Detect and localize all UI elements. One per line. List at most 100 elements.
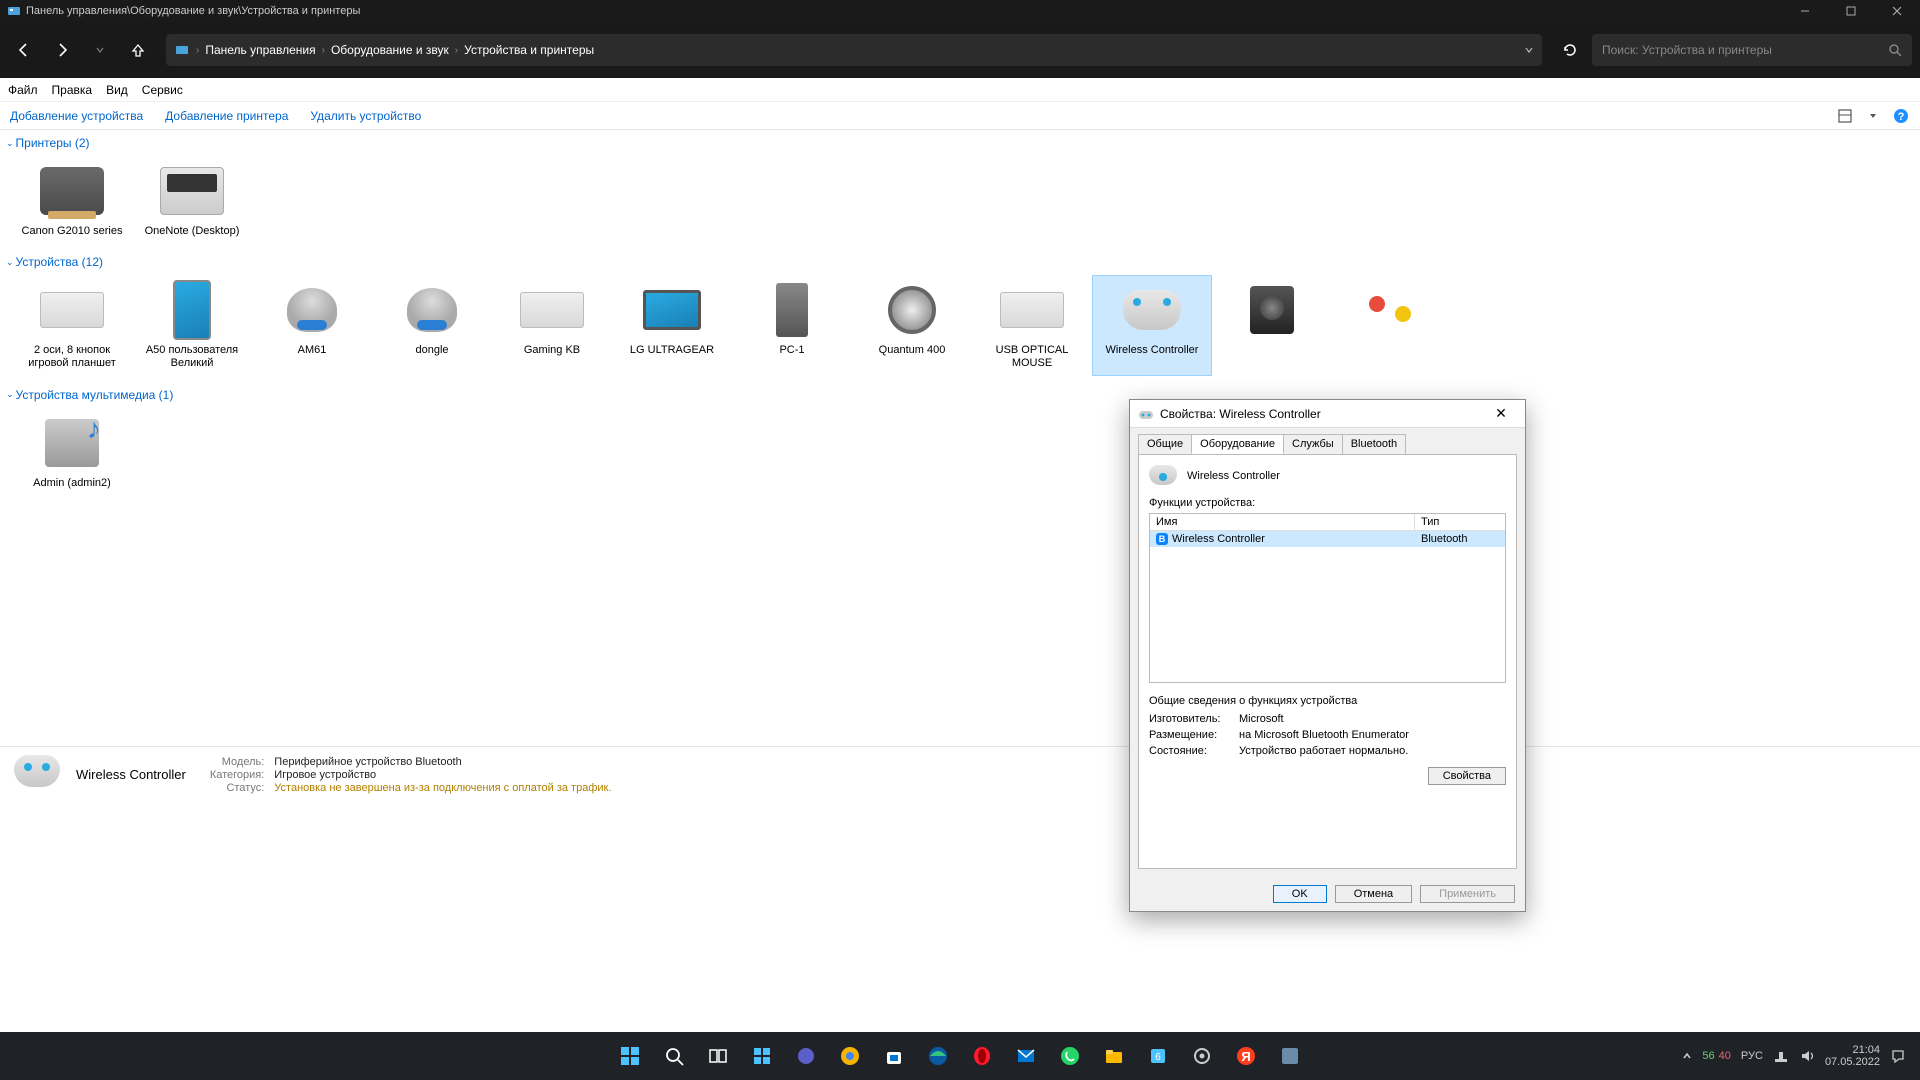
maximize-button[interactable] bbox=[1828, 0, 1874, 22]
add-device-link[interactable]: Добавление устройства bbox=[10, 109, 143, 123]
dialog-device-name: Wireless Controller bbox=[1187, 470, 1280, 482]
tab-bluetooth[interactable]: Bluetooth bbox=[1342, 434, 1406, 454]
device-item[interactable]: Gaming KB bbox=[492, 275, 612, 375]
apply-button[interactable]: Применить bbox=[1420, 885, 1515, 903]
list-row[interactable]: BWireless Controller Bluetooth bbox=[1150, 531, 1505, 547]
up-button[interactable] bbox=[122, 34, 154, 66]
headset-icon bbox=[407, 288, 457, 332]
search-box[interactable]: Поиск: Устройства и принтеры bbox=[1592, 34, 1912, 66]
col-name[interactable]: Имя bbox=[1150, 514, 1415, 530]
device-item-selected[interactable]: Wireless Controller bbox=[1092, 275, 1212, 375]
back-button[interactable] bbox=[8, 34, 40, 66]
dialog-titlebar[interactable]: Свойства: Wireless Controller ✕ bbox=[1130, 400, 1525, 428]
controller-icon bbox=[1138, 406, 1154, 422]
network-icon[interactable] bbox=[1773, 1048, 1789, 1064]
cancel-button[interactable]: Отмена bbox=[1335, 885, 1412, 903]
tab-services[interactable]: Службы bbox=[1283, 434, 1343, 454]
section-multimedia[interactable]: ⌄Устройства мультимедиа (1) bbox=[2, 386, 1918, 404]
section-multimedia-label: Устройства мультимедиа (1) bbox=[16, 388, 174, 402]
device-label: A50 пользователя Великий bbox=[137, 344, 247, 370]
device-item[interactable]: LG ULTRAGEAR bbox=[612, 275, 732, 375]
clock[interactable]: 21:04 07.05.2022 bbox=[1825, 1044, 1880, 1068]
recent-dropdown[interactable] bbox=[84, 34, 116, 66]
forward-button[interactable] bbox=[46, 34, 78, 66]
search-taskbar-icon[interactable] bbox=[655, 1037, 693, 1075]
store-icon[interactable] bbox=[875, 1037, 913, 1075]
task-view-icon[interactable] bbox=[699, 1037, 737, 1075]
navigation-bar: › Панель управления › Оборудование и зву… bbox=[0, 22, 1920, 78]
media-device-icon bbox=[45, 419, 99, 467]
device-label: Quantum 400 bbox=[879, 344, 946, 357]
section-devices[interactable]: ⌄Устройства (12) bbox=[2, 253, 1918, 271]
menu-file[interactable]: Файл bbox=[8, 83, 38, 97]
minimize-button[interactable] bbox=[1782, 0, 1828, 22]
properties-button[interactable]: Свойства bbox=[1428, 767, 1506, 785]
temp-sensor-2[interactable]: 40 bbox=[1719, 1050, 1731, 1062]
device-item[interactable]: Admin (admin2) bbox=[12, 408, 132, 495]
tab-general[interactable]: Общие bbox=[1138, 434, 1192, 454]
view-dropdown[interactable] bbox=[1864, 107, 1882, 125]
breadcrumb-1[interactable]: Панель управления bbox=[205, 43, 315, 57]
menu-view[interactable]: Вид bbox=[106, 83, 128, 97]
device-item[interactable]: dongle bbox=[372, 275, 492, 375]
device-item[interactable]: USB OPTICAL MOUSE bbox=[972, 275, 1092, 375]
help-button[interactable]: ? bbox=[1892, 107, 1910, 125]
remove-device-link[interactable]: Удалить устройство bbox=[310, 109, 421, 123]
app-icon-2[interactable] bbox=[1271, 1037, 1309, 1075]
widgets-icon[interactable] bbox=[743, 1037, 781, 1075]
explorer-icon[interactable] bbox=[1095, 1037, 1133, 1075]
notifications-icon[interactable] bbox=[1890, 1048, 1906, 1064]
svg-text:Я: Я bbox=[1241, 1049, 1250, 1064]
yandex-icon[interactable]: Я bbox=[1227, 1037, 1265, 1075]
menu-service[interactable]: Сервис bbox=[142, 83, 183, 97]
tray-chevron[interactable] bbox=[1682, 1051, 1692, 1061]
device-item[interactable]: AM61 bbox=[252, 275, 372, 375]
close-button[interactable] bbox=[1874, 0, 1920, 22]
keyboard-icon bbox=[1000, 292, 1064, 328]
settings-icon[interactable] bbox=[1183, 1037, 1221, 1075]
address-bar[interactable]: › Панель управления › Оборудование и зву… bbox=[166, 34, 1542, 66]
breadcrumb-2[interactable]: Оборудование и звук bbox=[331, 43, 449, 57]
mail-icon[interactable] bbox=[1007, 1037, 1045, 1075]
add-printer-link[interactable]: Добавление принтера bbox=[165, 109, 288, 123]
refresh-button[interactable] bbox=[1554, 34, 1586, 66]
device-item[interactable] bbox=[1332, 275, 1452, 375]
dialog-close-button[interactable]: ✕ bbox=[1485, 405, 1517, 422]
address-dropdown[interactable] bbox=[1524, 45, 1534, 55]
tab-hardware[interactable]: Оборудование bbox=[1191, 434, 1284, 454]
ok-button[interactable]: OK bbox=[1273, 885, 1327, 903]
device-item[interactable]: Canon G2010 series bbox=[12, 156, 132, 243]
functions-listview[interactable]: Имя Тип BWireless Controller Bluetooth bbox=[1149, 513, 1506, 683]
chevron-icon: › bbox=[196, 45, 199, 56]
col-type[interactable]: Тип bbox=[1415, 514, 1505, 530]
section-printers[interactable]: ⌄Принтеры (2) bbox=[2, 134, 1918, 152]
cables-icon bbox=[1365, 288, 1419, 332]
device-item[interactable]: OneNote (Desktop) bbox=[132, 156, 252, 243]
clock-date: 07.05.2022 bbox=[1825, 1056, 1880, 1068]
view-options-button[interactable] bbox=[1836, 107, 1854, 125]
device-item[interactable]: PC-1 bbox=[732, 275, 852, 375]
details-category-val: Игровое устройство bbox=[274, 769, 611, 781]
manufacturer-key: Изготовитель: bbox=[1149, 713, 1239, 725]
device-item[interactable]: A50 пользователя Великий bbox=[132, 275, 252, 375]
chrome-icon[interactable] bbox=[831, 1037, 869, 1075]
app-icon bbox=[6, 3, 22, 19]
menu-edit[interactable]: Правка bbox=[52, 83, 93, 97]
start-button[interactable] bbox=[611, 1037, 649, 1075]
language-indicator[interactable]: РУС bbox=[1741, 1050, 1763, 1062]
temp-sensor-1[interactable]: 56 bbox=[1702, 1050, 1714, 1062]
app-icon[interactable]: 6 bbox=[1139, 1037, 1177, 1075]
whatsapp-icon[interactable] bbox=[1051, 1037, 1089, 1075]
section-printers-label: Принтеры (2) bbox=[16, 136, 90, 150]
edge-icon[interactable] bbox=[919, 1037, 957, 1075]
opera-icon[interactable] bbox=[963, 1037, 1001, 1075]
dialog-tabs: Общие Оборудование Службы Bluetooth bbox=[1130, 428, 1525, 454]
breadcrumb-3[interactable]: Устройства и принтеры bbox=[464, 43, 594, 57]
teams-icon[interactable] bbox=[787, 1037, 825, 1075]
device-item[interactable]: Quantum 400 bbox=[852, 275, 972, 375]
headset-icon bbox=[287, 288, 337, 332]
device-item[interactable] bbox=[1212, 275, 1332, 375]
volume-icon[interactable] bbox=[1799, 1048, 1815, 1064]
keyboard-icon bbox=[520, 292, 584, 328]
device-item[interactable]: 2 оси, 8 кнопок игровой планшет bbox=[12, 275, 132, 375]
